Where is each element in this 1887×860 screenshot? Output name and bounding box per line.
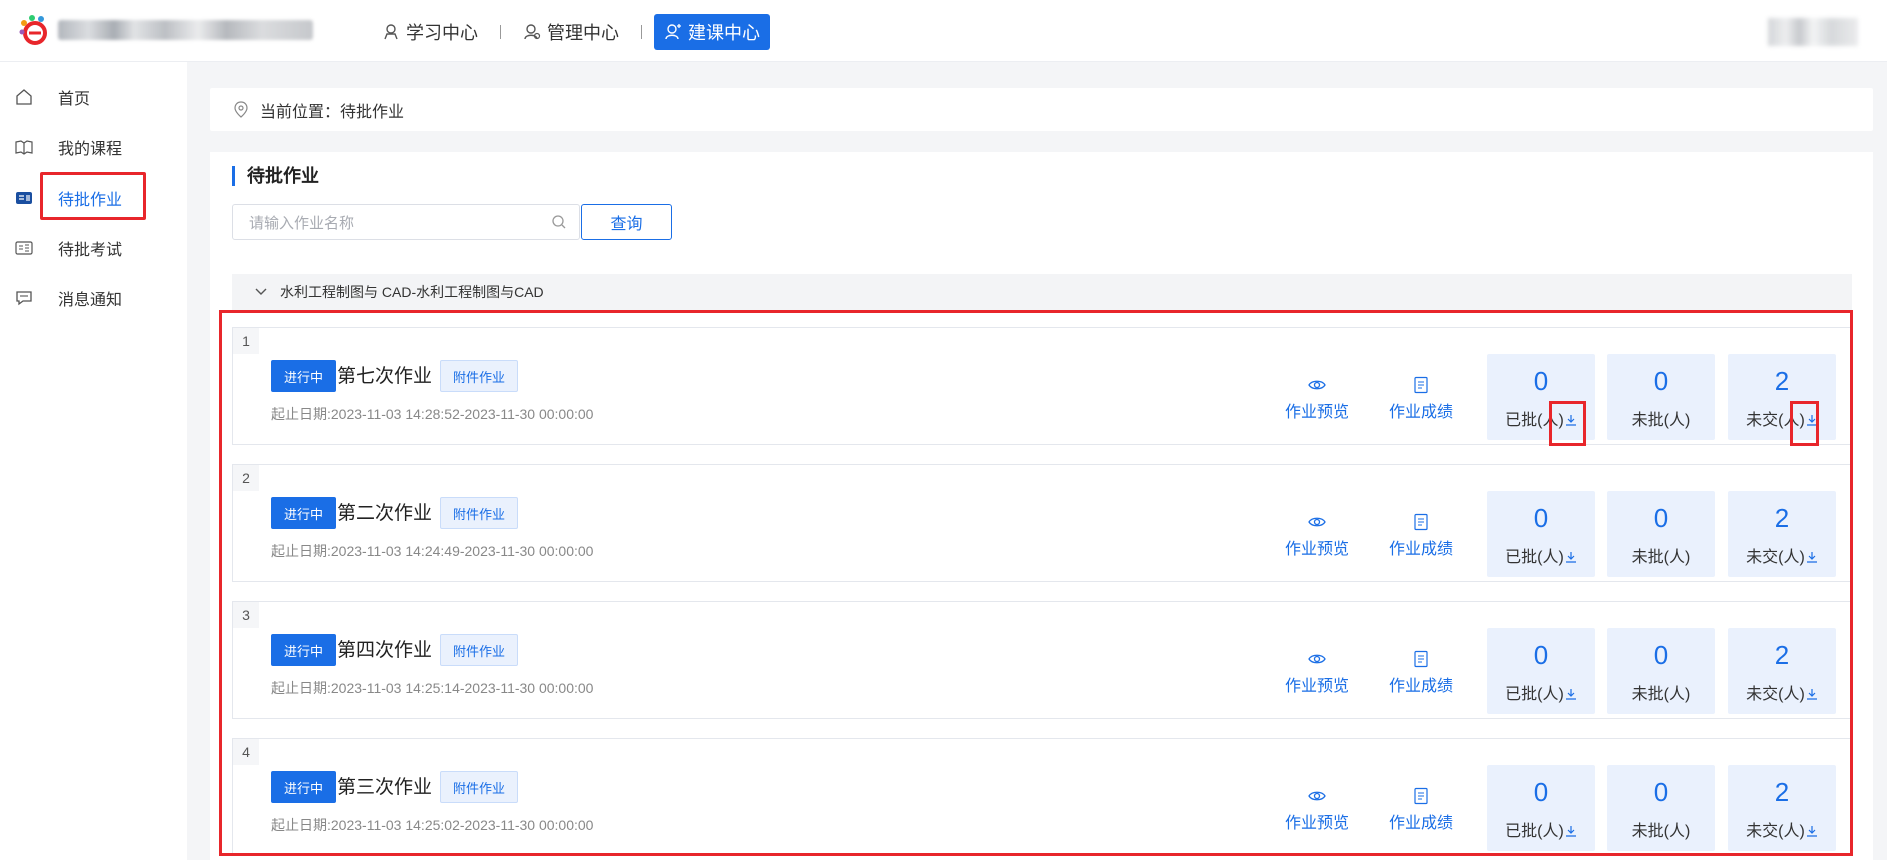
sidebar-item-messages[interactable]: 消息通知 [0, 278, 187, 318]
page-title: 待批作业 [232, 166, 319, 186]
search-input[interactable]: 请输入作业名称 [232, 204, 580, 240]
nav-separator [641, 25, 642, 39]
logo-icon [19, 15, 47, 45]
nav-separator [500, 25, 501, 39]
sidebar-item-label: 我的课程 [58, 141, 123, 158]
breadcrumb: 当前位置：待批作业 [210, 88, 1873, 131]
highlight-box [40, 172, 146, 220]
study-icon [384, 24, 398, 40]
build-course-icon [665, 24, 681, 40]
location-pin-icon [234, 100, 248, 118]
chevron-down-icon [255, 288, 267, 295]
sidebar-item-my-courses[interactable]: 我的课程 [0, 127, 187, 167]
exam-icon [15, 241, 33, 255]
nav-study-center[interactable]: 学习中心 [372, 14, 488, 50]
highlight-box [219, 310, 1853, 856]
search-icon [552, 215, 566, 229]
nav-build-course-label: 建课中心 [688, 23, 760, 43]
home-icon [16, 89, 32, 105]
message-icon [16, 291, 32, 306]
highlight-box [1790, 401, 1819, 446]
top-nav: 学习中心 管理中心 建课中心 [372, 14, 770, 50]
query-button[interactable]: 查询 [581, 204, 672, 240]
top-header: 学习中心 管理中心 建课中心 [0, 0, 1887, 62]
sidebar-item-label: 消息通知 [58, 292, 123, 309]
search-placeholder: 请输入作业名称 [249, 214, 355, 232]
highlight-box [1549, 401, 1586, 446]
manage-icon [524, 24, 541, 40]
course-group-title: 水利工程制图与 CAD-水利工程制图与CAD [280, 284, 544, 300]
book-icon [15, 140, 33, 155]
homework-icon [16, 192, 32, 204]
sidebar-item-label: 首页 [58, 91, 91, 108]
user-avatar-blurred[interactable] [1768, 18, 1858, 46]
breadcrumb-text: 当前位置：待批作业 [260, 103, 405, 121]
sidebar-item-home[interactable]: 首页 [0, 77, 187, 117]
nav-build-course-center[interactable]: 建课中心 [654, 14, 770, 50]
nav-manage-label: 管理中心 [547, 23, 619, 43]
nav-study-label: 学习中心 [406, 23, 478, 43]
nav-manage-center[interactable]: 管理中心 [513, 14, 629, 50]
main-panel: 待批作业 请输入作业名称 查询 水利工程制图与 CAD-水利工程制图与CAD 1… [210, 152, 1873, 860]
site-name-blurred [58, 20, 313, 40]
sidebar-item-label: 待批考试 [58, 242, 123, 259]
sidebar-item-pending-exam[interactable]: 待批考试 [0, 228, 187, 268]
course-group-header[interactable]: 水利工程制图与 CAD-水利工程制图与CAD [232, 274, 1852, 310]
